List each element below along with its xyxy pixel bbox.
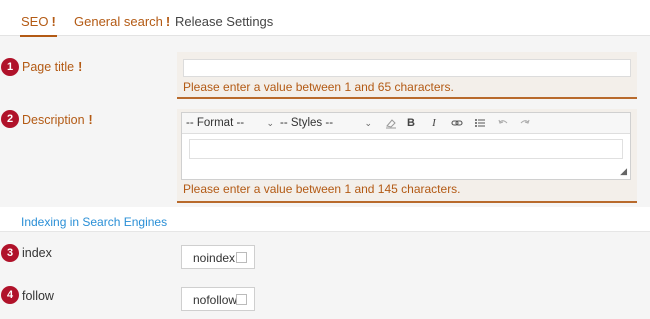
description-validation-message: Please enter a value between 1 and 145 c…: [183, 182, 461, 196]
tab-release-settings[interactable]: Release Settings: [175, 14, 273, 29]
nofollow-label: nofollow: [193, 293, 238, 307]
page-title-input[interactable]: [183, 59, 631, 77]
tab-seo[interactable]: SEO!: [20, 14, 57, 37]
tab-general-search-label: General search: [74, 14, 163, 29]
italic-icon[interactable]: I: [425, 115, 443, 131]
resize-handle-icon[interactable]: ◢: [620, 166, 627, 177]
link-icon[interactable]: [448, 115, 466, 131]
format-select[interactable]: -- Format -- ⌄: [186, 115, 274, 131]
noindex-label: noindex: [193, 251, 236, 265]
rich-text-editor: -- Format -- ⌄ -- Styles -- ⌄ B I ◢: [181, 112, 631, 180]
description-panel: -- Format -- ⌄ -- Styles -- ⌄ B I ◢ Please…: [177, 109, 637, 203]
chevron-down-icon: ⌄: [266, 118, 274, 128]
tab-seo-label: SEO: [21, 14, 49, 29]
bold-icon[interactable]: B: [402, 115, 420, 131]
chevron-down-icon: ⌄: [364, 118, 372, 128]
description-text-area[interactable]: [189, 139, 623, 159]
page-title-label-text: Page title: [22, 60, 75, 74]
editor-toolbar: -- Format -- ⌄ -- Styles -- ⌄ B I: [182, 113, 630, 134]
redo-icon[interactable]: [516, 115, 534, 131]
styles-select[interactable]: -- Styles -- ⌄: [280, 115, 372, 131]
indexing-section-title[interactable]: Indexing in Search Engines: [21, 215, 167, 229]
page-title-validation-message: Please enter a value between 1 and 65 ch…: [183, 80, 454, 94]
follow-label: follow: [22, 289, 54, 303]
description-label: Description!: [22, 113, 93, 127]
checkbox-box[interactable]: [236, 294, 247, 305]
bullet-list-icon[interactable]: [471, 115, 489, 131]
tab-general-search[interactable]: General search!: [74, 14, 170, 29]
description-label-text: Description: [22, 113, 85, 127]
tab-bar: SEO! General search! Release Settings: [0, 0, 650, 37]
format-select-value: -- Format --: [186, 117, 245, 129]
required-mark: !: [78, 60, 83, 74]
nofollow-checkbox[interactable]: nofollow: [181, 287, 255, 311]
index-label: index: [22, 246, 52, 260]
tab-release-settings-label: Release Settings: [175, 14, 274, 29]
checkbox-box[interactable]: [236, 252, 247, 263]
noindex-checkbox[interactable]: noindex: [181, 245, 255, 269]
indexing-section-header: Indexing in Search Engines: [0, 207, 650, 232]
undo-icon[interactable]: [494, 115, 512, 131]
required-mark: !: [51, 14, 56, 29]
styles-select-value: -- Styles --: [280, 117, 334, 129]
required-mark: !: [165, 14, 171, 29]
step-badge-1: 1: [1, 58, 19, 76]
page-title-label: Page title!: [22, 60, 82, 74]
eraser-icon[interactable]: [382, 115, 400, 131]
required-mark: !: [88, 113, 93, 127]
step-badge-2: 2: [1, 110, 19, 128]
step-badge-3: 3: [1, 244, 19, 262]
page-title-panel: Please enter a value between 1 and 65 ch…: [177, 52, 637, 99]
step-badge-4: 4: [1, 286, 19, 304]
